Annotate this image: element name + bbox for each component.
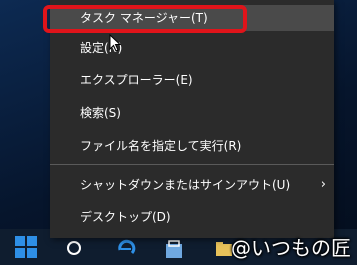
menu-item-label: 検索(S) bbox=[80, 106, 121, 120]
menu-item-label: タスク マネージャー(T) bbox=[80, 11, 208, 25]
store-app-icon[interactable] bbox=[164, 238, 184, 260]
menu-item-run[interactable]: ファイル名を指定して実行(R) bbox=[50, 133, 334, 159]
menu-item-label: シャットダウンまたはサインアウト(U) bbox=[80, 178, 291, 192]
chevron-right-icon: › bbox=[320, 177, 326, 192]
menu-item-desktop[interactable]: デスクトップ(D) bbox=[50, 204, 334, 230]
menu-item-label: ファイル名を指定して実行(R) bbox=[80, 139, 242, 153]
winx-context-menu: タスク マネージャー(T) 設定(N) エクスプローラー(E) 検索(S) ファ… bbox=[50, 0, 334, 238]
menu-item-search[interactable]: 検索(S) bbox=[50, 100, 334, 126]
menu-item-shutdown-signout[interactable]: シャットダウンまたはサインアウト(U) › bbox=[50, 172, 334, 198]
watermark-text: @いつもの匠 bbox=[231, 236, 351, 260]
mouse-pointer-icon bbox=[109, 34, 121, 52]
search-circle-icon[interactable] bbox=[64, 238, 84, 260]
menu-item-label: エクスプローラー(E) bbox=[80, 73, 193, 87]
menu-item-settings[interactable]: 設定(N) bbox=[50, 35, 334, 61]
menu-item-explorer[interactable]: エクスプローラー(E) bbox=[50, 67, 334, 93]
windows-logo-icon bbox=[15, 236, 37, 258]
edge-browser-icon[interactable] bbox=[116, 238, 136, 260]
menu-item-task-manager[interactable]: タスク マネージャー(T) bbox=[50, 5, 334, 31]
menu-separator bbox=[50, 164, 334, 165]
start-button[interactable] bbox=[6, 229, 46, 265]
menu-item-label: デスクトップ(D) bbox=[80, 210, 171, 224]
